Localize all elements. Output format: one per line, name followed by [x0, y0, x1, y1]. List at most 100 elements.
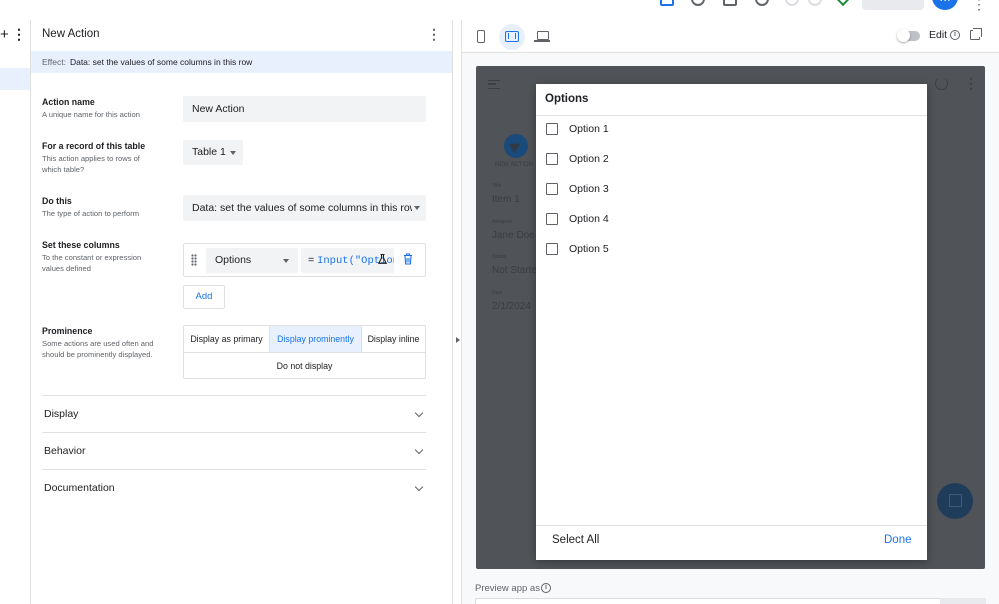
done-button[interactable]: Done: [884, 534, 912, 546]
chevron-down-icon: [414, 408, 424, 418]
section-display[interactable]: Display: [42, 395, 426, 432]
desktop-view-button[interactable]: [530, 24, 556, 50]
table-select-value: Table 1: [192, 146, 226, 158]
copy-icon[interactable]: [723, 0, 737, 6]
options-dialog: Options Option 1 Option 2 Option 3 Optio…: [536, 84, 927, 560]
column-select-value: Options: [215, 254, 252, 266]
avatar[interactable]: M: [932, 0, 958, 10]
kebab-icon[interactable]: ⋮: [964, 75, 978, 92]
chevron-down-icon: [414, 482, 424, 492]
field-value: Not Started: [492, 265, 543, 276]
edit-mode-label: Edit: [929, 29, 948, 41]
section-behavior[interactable]: Behavior: [42, 432, 426, 469]
caret-down-icon: [230, 151, 236, 155]
field-value: Jane Doe: [492, 230, 535, 241]
prominence-option-primary[interactable]: Display as primary: [184, 326, 269, 352]
select-all-button[interactable]: Select All: [552, 534, 599, 546]
effect-value: Data: set the values of some columns in …: [69, 57, 253, 67]
caret-down-icon: [414, 206, 420, 210]
left-rail: + ⋮: [0, 20, 30, 604]
action-type-select[interactable]: Data: set the values of some columns in …: [183, 195, 426, 221]
kebab-icon[interactable]: ⋮: [427, 26, 441, 43]
for-record-desc: This action applies to rows of which tab…: [42, 154, 140, 174]
app-preview-panel: Edit i ⋮ NEW ACTION Title Item 1 Assigne…: [462, 20, 999, 604]
edit-fab[interactable]: [937, 483, 973, 519]
field-value: 2/1/2024: [492, 301, 531, 312]
apply-button[interactable]: [940, 598, 986, 604]
checkbox-icon[interactable]: [546, 213, 558, 225]
editor-title: New Action: [42, 28, 100, 40]
rail-selected-item[interactable]: [0, 68, 30, 90]
section-label: Documentation: [44, 482, 115, 494]
app-icon[interactable]: [660, 0, 674, 6]
do-this-title: Do this: [42, 196, 72, 206]
for-record-title: For a record of this table: [42, 141, 146, 151]
checkbox-icon[interactable]: [546, 183, 558, 195]
sync-icon[interactable]: [935, 77, 948, 90]
checkbox-icon[interactable]: [546, 123, 558, 135]
prominence-title: Prominence: [42, 326, 93, 336]
panel-resizer[interactable]: [452, 20, 462, 604]
prominence-option-inline[interactable]: Display inline: [362, 326, 425, 352]
tablet-icon: [505, 31, 519, 42]
prominence-desc: Some actions are used often and should b…: [42, 339, 154, 359]
section-label: Display: [44, 408, 79, 420]
section-label: Behavior: [44, 445, 86, 457]
send-icon[interactable]: [504, 134, 528, 158]
field-value: Item 1: [492, 194, 520, 205]
action-name-input[interactable]: New Action: [183, 96, 426, 122]
preview-as-input[interactable]: [475, 598, 949, 604]
set-columns-desc: To the constant or expression values def…: [42, 253, 142, 273]
column-assignment-row: Options = Input("Options": [183, 243, 426, 277]
divider: [536, 115, 927, 116]
share-icon[interactable]: [755, 0, 769, 6]
action-name-title: Action name: [42, 97, 95, 107]
plus-icon[interactable]: +: [0, 26, 9, 43]
effect-label: Effect:: [42, 57, 66, 67]
redo-icon[interactable]: [808, 0, 822, 6]
preview-as-label: Preview app as: [475, 583, 540, 594]
help-icon[interactable]: [691, 0, 705, 6]
option-label: Option 2: [569, 153, 609, 165]
option-label: Option 5: [569, 243, 609, 255]
editor-header: New Action ⋮: [31, 20, 453, 50]
do-this-desc: The type of action to perform: [42, 209, 140, 218]
open-external-icon[interactable]: [970, 28, 982, 40]
info-icon[interactable]: i: [950, 30, 960, 40]
checkbox-icon[interactable]: [546, 243, 558, 255]
field-label: Date: [492, 290, 503, 296]
phone-icon: [477, 30, 485, 43]
saved-check-icon: [835, 0, 851, 7]
menu-icon[interactable]: [488, 80, 500, 89]
caret-down-icon: [283, 259, 289, 263]
info-icon[interactable]: i: [541, 583, 551, 593]
section-documentation[interactable]: Documentation: [42, 469, 426, 506]
kebab-icon[interactable]: ⋮: [12, 26, 26, 43]
prominence-option-prominently[interactable]: Display prominently: [269, 326, 362, 352]
checkbox-icon[interactable]: [546, 153, 558, 165]
action-type-value: Data: set the values of some columns in …: [192, 202, 412, 214]
effect-banner: Effect: Data: set the values of some colu…: [31, 51, 453, 73]
flask-icon[interactable]: [378, 254, 387, 264]
save-button[interactable]: [862, 0, 924, 10]
table-select[interactable]: Table 1: [183, 140, 243, 165]
edit-mode-toggle[interactable]: [897, 29, 920, 42]
chevron-down-icon: [414, 445, 424, 455]
drag-handle-icon[interactable]: [191, 254, 197, 266]
device-preview: ⋮ NEW ACTION Title Item 1 Assignee Jane …: [476, 66, 985, 569]
dialog-title: Options: [545, 93, 589, 105]
trash-icon[interactable]: [403, 253, 413, 265]
option-label: Option 1: [569, 123, 609, 135]
add-column-button[interactable]: Add: [183, 285, 225, 309]
kebab-icon[interactable]: ⋮: [972, 0, 986, 13]
field-label: Title: [492, 183, 502, 189]
field-label: Status: [492, 254, 507, 260]
tablet-view-button[interactable]: [499, 24, 525, 50]
phone-view-button[interactable]: [468, 24, 494, 50]
collapse-arrow-icon[interactable]: [456, 337, 460, 343]
divider: [536, 525, 927, 526]
undo-icon[interactable]: [785, 0, 799, 6]
action-editor-panel: New Action ⋮ Effect: Data: set the values…: [30, 20, 453, 604]
column-select[interactable]: Options: [206, 248, 298, 273]
prominence-option-none[interactable]: Do not display: [184, 352, 425, 379]
